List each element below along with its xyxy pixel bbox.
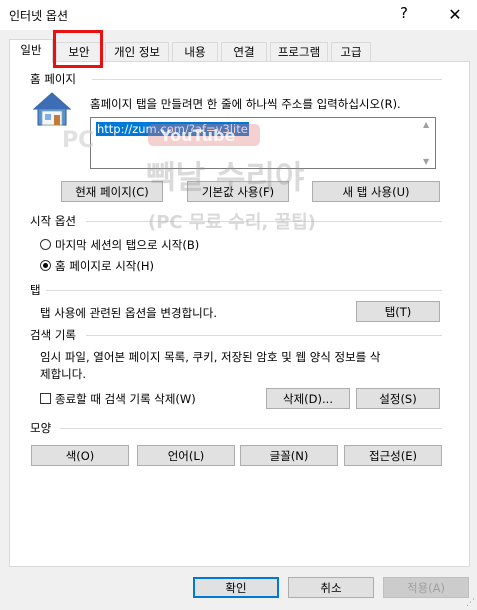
history-description-2: 제합니다.: [40, 367, 86, 381]
use-default-button[interactable]: 기본값 사용(F): [187, 181, 289, 202]
tab-general[interactable]: 일반: [9, 39, 53, 63]
homepage-url-text: http://zum.com/?af=v3lite: [96, 122, 249, 136]
delete-history-button[interactable]: 삭제(D)...: [266, 388, 350, 409]
delete-on-exit-checkbox[interactable]: [40, 393, 51, 404]
radio-home-page[interactable]: [40, 260, 51, 271]
tabs-section-label: 탭: [30, 283, 41, 297]
homepage-section-label: 홈 페이지: [30, 72, 76, 86]
scroll-up-icon[interactable]: ▲: [423, 120, 429, 129]
resize-grip-icon[interactable]: ⋰: [466, 598, 475, 608]
vertical-scrollbar[interactable]: ▲ ▼: [420, 118, 435, 168]
appearance-section-label: 모양: [30, 421, 52, 435]
apply-button[interactable]: 적용(A): [383, 577, 469, 598]
tabs-button[interactable]: 탭(T): [356, 301, 440, 322]
cancel-button[interactable]: 취소: [288, 577, 374, 598]
window-title: 인터넷 옵션: [9, 9, 69, 23]
tab-connections[interactable]: 연결: [221, 42, 267, 62]
tab-advanced[interactable]: 고급: [331, 42, 371, 62]
radio-last-session-label[interactable]: 마지막 세션의 탭으로 시작(B): [55, 237, 199, 253]
help-icon[interactable]: ?: [400, 4, 408, 22]
tab-privacy[interactable]: 개인 정보: [105, 42, 169, 62]
homepage-url-field[interactable]: http://zum.com/?af=v3lite ▲ ▼: [90, 117, 436, 169]
startup-section-label: 시작 옵션: [30, 214, 76, 228]
colors-button[interactable]: 색(O): [31, 445, 129, 466]
history-settings-button[interactable]: 설정(S): [356, 388, 440, 409]
house-icon: [32, 92, 72, 126]
use-current-button[interactable]: 현재 페이지(C): [61, 181, 163, 202]
history-section-label: 검색 기록: [30, 328, 76, 342]
homepage-instruction: 홈페이지 탭을 만들려면 한 줄에 하나씩 주소를 입력하십시오(R).: [90, 97, 401, 111]
tab-programs[interactable]: 프로그램: [270, 42, 328, 62]
tab-content[interactable]: 내용: [172, 42, 218, 62]
languages-button[interactable]: 언어(L): [137, 445, 235, 466]
accessibility-button[interactable]: 접근성(E): [344, 445, 442, 466]
scroll-down-icon[interactable]: ▼: [423, 157, 429, 166]
radio-last-session[interactable]: [40, 239, 51, 250]
divider: [92, 79, 442, 80]
security-tab-highlight: [53, 30, 103, 68]
use-new-tab-button[interactable]: 새 탭 사용(U): [312, 181, 440, 202]
tabs-description: 탭 사용에 관련된 옵션을 변경합니다.: [40, 306, 217, 320]
close-icon[interactable]: ✕: [441, 3, 469, 27]
fonts-button[interactable]: 글꼴(N): [240, 445, 338, 466]
divider: [46, 290, 442, 291]
divider: [86, 335, 442, 336]
history-description-1: 임시 파일, 열어본 페이지 목록, 쿠키, 저장된 암호 및 웹 양식 정보를…: [40, 350, 381, 364]
delete-on-exit-label[interactable]: 종료할 때 검색 기록 삭제(W): [55, 391, 196, 407]
ok-button[interactable]: 확인: [193, 577, 279, 598]
divider: [60, 428, 442, 429]
radio-home-page-label[interactable]: 홈 페이지로 시작(H): [55, 258, 154, 274]
divider: [86, 221, 442, 222]
